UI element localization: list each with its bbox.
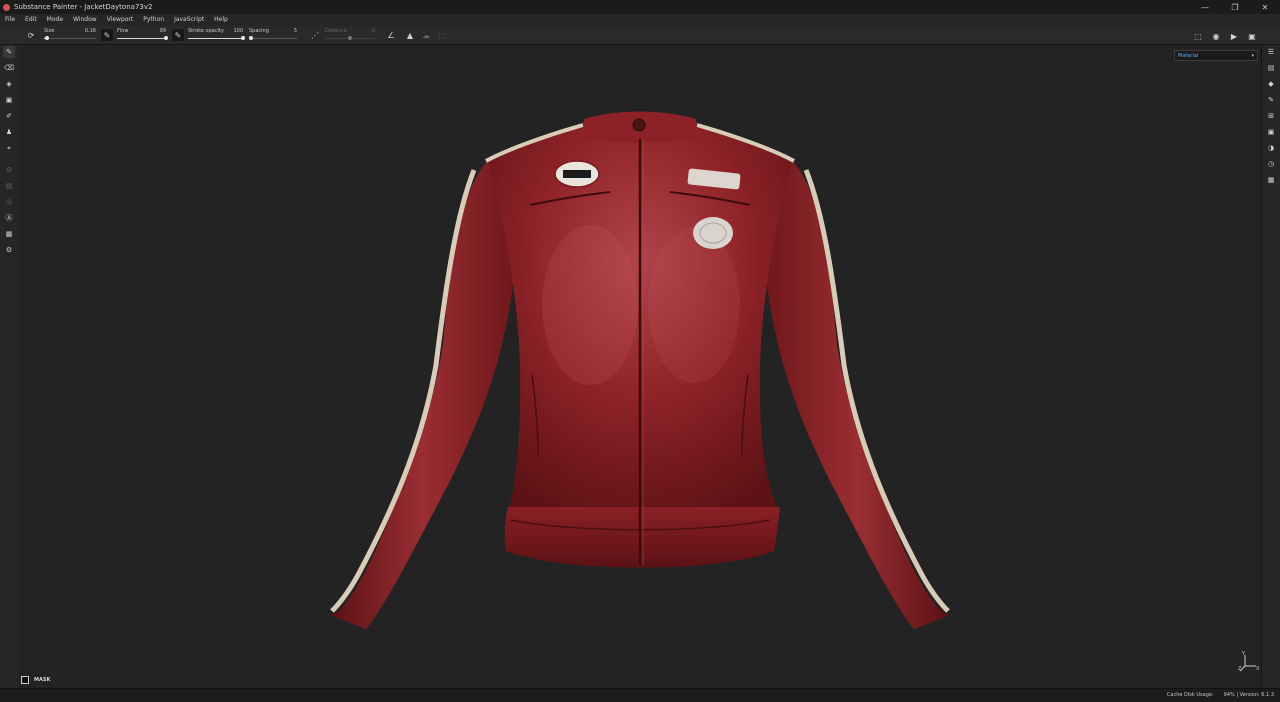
menu-window[interactable]: Window: [68, 14, 102, 26]
size-value[interactable]: 0.16: [85, 28, 96, 34]
text-tool-icon[interactable]: Ⓐ: [3, 212, 15, 224]
app-logo-icon: [3, 3, 10, 11]
distance-label: Distance: [325, 28, 347, 34]
spacing-handle[interactable]: [249, 36, 254, 40]
status-bar: Cache Disk Usage: 94% | Version: 6.1.3: [0, 688, 1280, 702]
distance-slider[interactable]: Distance 0: [325, 28, 375, 42]
screenshot-icon[interactable]: ▣: [1246, 30, 1258, 42]
paint-brush-icon[interactable]: ✎: [3, 46, 15, 58]
spacing-label: Spacing: [249, 28, 269, 34]
texture-set-list-icon[interactable]: ☰: [1265, 46, 1277, 58]
spacing-slider[interactable]: Spacing 5: [249, 28, 297, 42]
menu-python[interactable]: Python: [138, 14, 169, 26]
display-settings-icon[interactable]: ▣: [1265, 126, 1277, 138]
flow-slider[interactable]: Flow 99: [117, 28, 168, 42]
jacket-waistband: [504, 507, 780, 568]
mask-label: MASK: [34, 677, 51, 683]
flow-pen-pressure-icon[interactable]: ✎: [101, 29, 113, 41]
3d-viewport[interactable]: ⬚ ◉ ▶ ▣ Material ▾ MASK Y X Z: [18, 32, 1262, 688]
history-icon[interactable]: ◷: [1265, 158, 1277, 170]
video-record-icon[interactable]: ▶: [1228, 30, 1240, 42]
smudge-icon[interactable]: ✐: [3, 110, 15, 122]
tool-sidebar: ✎ ⌫ ◈ ▣ ✐ ♟ ⌖ ⚙ ▤ ◎ Ⓐ ▦ ⚙: [0, 45, 19, 688]
spacing-value[interactable]: 5: [294, 28, 297, 34]
shelf-grid-icon[interactable]: ⊞: [1265, 110, 1277, 122]
eraser-icon[interactable]: ⌫: [3, 62, 15, 74]
stroke-opacity-slider[interactable]: Stroke opacity 100: [188, 28, 245, 42]
flow-label: Flow: [117, 28, 129, 34]
close-button[interactable]: ✕: [1250, 0, 1280, 14]
flow-fill: [117, 38, 166, 39]
properties-icon[interactable]: ✎: [1265, 94, 1277, 106]
size-handle[interactable]: [44, 36, 49, 40]
camera-view-icon[interactable]: ⬚: [1192, 30, 1204, 42]
stroke-opacity-label: Stroke opacity: [188, 28, 224, 34]
symmetry-mirror-icon[interactable]: ⬚: [436, 29, 448, 41]
shader-settings-icon[interactable]: ◑: [1265, 142, 1277, 154]
texture-set-settings-icon[interactable]: ▤: [1265, 62, 1277, 74]
bake-icon[interactable]: ⚙: [3, 164, 15, 176]
menu-edit[interactable]: Edit: [20, 14, 42, 26]
angle-icon[interactable]: ∠: [385, 29, 397, 41]
layer-mask-icon[interactable]: ▤: [3, 180, 15, 192]
layers-icon[interactable]: ◆: [1265, 78, 1277, 90]
log-icon[interactable]: ▦: [1265, 174, 1277, 186]
brush-preset-icon[interactable]: ⟳: [25, 29, 37, 41]
title-bar: Substance Painter - JacketDaytona73v2 — …: [0, 0, 1280, 14]
display-mode-icon[interactable]: ◉: [1210, 30, 1222, 42]
panel-sidebar: ☰ ▤ ◆ ✎ ⊞ ▣ ◑ ◷ ▦: [1261, 45, 1280, 688]
opacity-pen-pressure-icon[interactable]: ✎: [172, 29, 184, 41]
viewport-toolbar: ⬚ ◉ ▶ ▣: [1192, 27, 1258, 45]
clone-stamp-icon[interactable]: ♟: [3, 126, 15, 138]
menu-mode[interactable]: Mode: [42, 14, 68, 26]
document-icon[interactable]: ▦: [3, 228, 15, 240]
version-info: 94% | Version: 6.1.3: [1223, 692, 1274, 698]
spacing-track: [249, 38, 297, 39]
window-title: Substance Painter - JacketDaytona73v2: [14, 3, 153, 11]
lazy-mouse-icon[interactable]: ⋰: [309, 29, 321, 41]
flow-handle[interactable]: [163, 36, 168, 40]
minimize-button[interactable]: —: [1190, 0, 1220, 14]
geometry-mask-icon[interactable]: ◎: [3, 196, 15, 208]
stroke-opacity-fill: [188, 38, 243, 39]
collar-button: [632, 118, 646, 132]
tool-properties-bar: ⟳ Size 0.16 ✎ Flow 99 ✎ Stroke opacity 1…: [0, 26, 1280, 45]
restore-button[interactable]: ❐: [1220, 0, 1250, 14]
right-sleeve: [764, 160, 950, 629]
color-picker-icon[interactable]: ⌖: [3, 142, 15, 154]
status-info: Cache Disk Usage: 94% | Version: 6.1.3: [1167, 689, 1274, 702]
axis-gizmo: Y X Z: [1238, 651, 1260, 672]
menu-javascript[interactable]: JavaScript: [169, 14, 209, 26]
stroke-opacity-value[interactable]: 100: [233, 28, 243, 34]
distance-handle[interactable]: [348, 36, 352, 40]
axis-x-label: X: [1256, 666, 1260, 672]
mask-toggle[interactable]: MASK: [21, 676, 50, 684]
cache-disk-usage: Cache Disk Usage:: [1166, 692, 1214, 698]
symmetry-axis-icon[interactable]: ☁: [420, 29, 432, 41]
symmetry-icon[interactable]: ▲: [404, 29, 416, 41]
window-controls: — ❐ ✕: [1190, 0, 1280, 14]
round-patch: [693, 217, 733, 249]
left-sleeve: [330, 160, 516, 629]
polygon-fill-icon[interactable]: ▣: [3, 94, 15, 106]
axis-z-label: Z: [1238, 666, 1242, 672]
settings-icon[interactable]: ⚙: [3, 244, 15, 256]
size-label: Size: [44, 28, 55, 34]
size-track: [44, 38, 96, 39]
flow-value[interactable]: 99: [160, 28, 166, 34]
size-slider[interactable]: Size 0.16: [44, 28, 96, 42]
jacket-3d-model: [330, 111, 950, 629]
stroke-opacity-handle[interactable]: [241, 36, 245, 40]
mask-checkbox[interactable]: [21, 676, 29, 684]
projection-icon[interactable]: ◈: [3, 78, 15, 90]
distance-value[interactable]: 0: [372, 28, 375, 34]
menu-file[interactable]: File: [0, 14, 20, 26]
menu-help[interactable]: Help: [209, 14, 233, 26]
menu-viewport[interactable]: Viewport: [102, 14, 139, 26]
